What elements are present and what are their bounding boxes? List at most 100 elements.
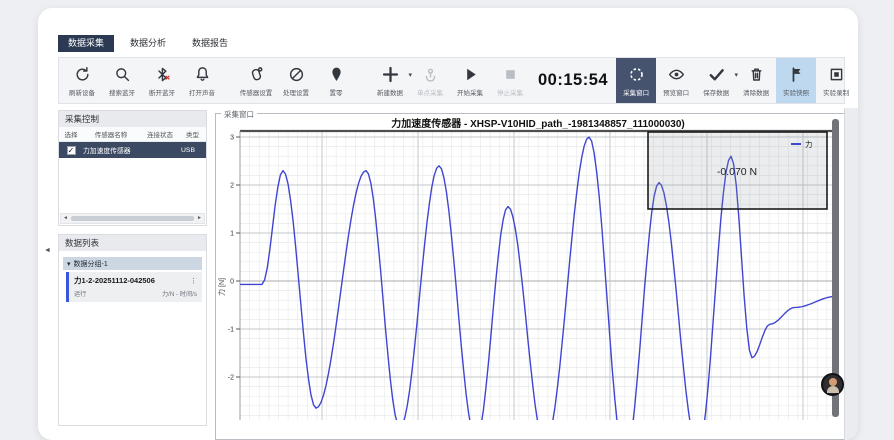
snapshot-flag-button[interactable]: 实验快照 (776, 58, 816, 103)
refresh-icon (73, 65, 92, 85)
point-hand-button[interactable]: 单点采集 (410, 58, 450, 103)
snapshot-flag-icon (787, 65, 806, 85)
collection-window-groupbox: 采集窗口 3210-1-2力 [N]力加速度传感器 - XHSP-V10HID_… (215, 113, 845, 440)
refresh-button[interactable]: 刷新设备 (62, 58, 102, 103)
bluetooth-off-icon (153, 65, 172, 85)
collection-timer: 00:15:54 (538, 71, 608, 90)
force-time-chart[interactable]: 3210-1-2力 [N]力加速度传感器 - XHSP-V10HID_path_… (217, 117, 845, 420)
horizontal-scrollbar[interactable]: ◄ ► (60, 213, 205, 224)
tab-data-collection[interactable]: 数据采集 (58, 35, 114, 52)
toolbar-item-label: 预览窗口 (663, 87, 689, 97)
toolbar-item-label: 打开声音 (189, 87, 215, 97)
scrollbar-thumb[interactable] (71, 216, 194, 221)
toolbar-item-label: 刷新设备 (69, 87, 95, 97)
toolbar-item-label: 保存数据 (703, 87, 729, 97)
y-tick-label: 2 (230, 182, 234, 189)
toolbar: 刷新设备搜索蓝牙断开蓝牙 打开声音 传感器设置处理设置 置零 ▾新建数据单点采集 开始采集… (58, 57, 845, 104)
toolbar-item-label: 开始采集 (457, 87, 483, 97)
check-icon (707, 65, 726, 85)
compass-icon (287, 65, 306, 85)
group-caret-icon[interactable]: ▾ (67, 260, 71, 268)
toolbar-item-label: 停止采集 (497, 87, 523, 97)
sensor-button[interactable]: 传感器设置 (236, 58, 276, 103)
y-tick-label: 1 (230, 230, 234, 237)
app-window: 数据采集数据分析数据报告 刷新设备搜索蓝牙断开蓝牙 打开声音 传感器设置处理设置 置零… (38, 8, 858, 440)
col-sensor-name: 传感器名称 (83, 129, 139, 139)
legend-label: 力 (805, 139, 813, 149)
sensor-table-header: 选择 传感器名称 连接状态 类型 (59, 127, 206, 142)
toolbar-item-label: 单点采集 (417, 87, 443, 97)
collect-control-panel: 采集控制 选择 传感器名称 连接状态 类型 ✓ 力加速度传感器 USB ◄ ► (58, 110, 207, 226)
col-conn-status: 连接状态 (139, 129, 181, 139)
assistant-avatar-button[interactable] (821, 373, 844, 396)
scroll-left-icon[interactable]: ◄ (61, 215, 70, 222)
y-axis-label: 力 [N] (217, 278, 226, 296)
tab-data-analysis[interactable]: 数据分析 (120, 35, 176, 52)
chart-plot[interactable]: 3210-1-2力 [N]力加速度传感器 - XHSP-V10HID_path_… (217, 117, 845, 420)
toolbar-item-label: 新建数据 (377, 87, 403, 97)
annotation-value: -0.070 N (717, 166, 757, 178)
bell-icon (193, 65, 212, 85)
zero-marker-icon (327, 65, 346, 85)
desktop: { "tabs": [ {"label": "数据采集", "active": … (0, 0, 894, 420)
toolbar-item-label: 清除数据 (743, 87, 769, 97)
sensor-checkbox[interactable]: ✓ (67, 146, 76, 155)
plus-icon (381, 65, 400, 85)
eye-icon (667, 65, 686, 85)
bluetooth-off-button[interactable]: 断开蓝牙 (142, 58, 182, 103)
collect-control-title: 采集控制 (59, 111, 206, 127)
y-tick-label: -1 (228, 326, 234, 333)
play-icon (461, 65, 480, 85)
col-type: 类型 (181, 129, 204, 139)
search-button[interactable]: 搜索蓝牙 (102, 58, 142, 103)
check-button[interactable]: ▾保存数据 (696, 58, 736, 103)
eye-button[interactable]: 预览窗口 (656, 58, 696, 103)
toolbar-item-label: 断开蓝牙 (149, 87, 175, 97)
trash-icon (747, 65, 766, 85)
compass-button[interactable]: 处理设置 (276, 58, 316, 103)
trash-button[interactable]: 清除数据 (736, 58, 776, 103)
data-item[interactable]: 力1-2-20251112-042506 ⋮ 运行 力/N - 时间/s (66, 272, 202, 302)
sensor-table-empty (59, 158, 206, 211)
point-hand-icon (421, 65, 440, 85)
sensor-icon (247, 65, 266, 85)
y-tick-label: 3 (230, 134, 234, 141)
y-tick-label: 0 (230, 278, 234, 285)
toolbar-item-label: 置零 (330, 87, 343, 97)
data-list-title: 数据列表 (59, 235, 206, 251)
sidebar: 采集控制 选择 传感器名称 连接状态 类型 ✓ 力加速度传感器 USB ◄ ► … (58, 110, 207, 426)
record-square-icon (827, 65, 846, 85)
item-more-icon[interactable]: ⋮ (190, 277, 197, 285)
toolbar-item-label: 传感器设置 (240, 87, 273, 97)
data-group-row[interactable]: ▾ 数据分组-1 (63, 257, 202, 270)
zero-marker-button[interactable]: 置零 (316, 58, 356, 103)
toolbar-item-label: 实验录制 (823, 87, 849, 97)
toolbar-item-label: 采集窗口 (623, 87, 649, 97)
formula-square-button[interactable]: 公式计算 (856, 58, 858, 103)
plus-button[interactable]: ▾新建数据 (370, 58, 410, 103)
tab-data-report[interactable]: 数据报告 (182, 35, 238, 52)
y-tick-label: -2 (228, 374, 234, 381)
data-item-axes: 力/N - 时间/s (162, 289, 197, 298)
play-button[interactable]: 开始采集 (450, 58, 490, 103)
record-square-button[interactable]: 实验录制 (816, 58, 856, 103)
toolbar-item-label: 处理设置 (283, 87, 309, 97)
dashed-circle-button[interactable]: 采集窗口 (616, 58, 656, 103)
stop-icon (501, 65, 520, 85)
sensor-row[interactable]: ✓ 力加速度传感器 USB (59, 142, 206, 158)
group-label: 数据分组-1 (74, 259, 108, 269)
data-item-status: 运行 (74, 289, 86, 298)
col-select: 选择 (59, 129, 83, 139)
sensor-type: USB (181, 147, 204, 154)
toolbar-item-label: 实验快照 (783, 87, 809, 97)
sensor-name: 力加速度传感器 (83, 145, 139, 155)
data-item-title: 力1-2-20251112-042506 (74, 275, 155, 286)
stop-button[interactable]: 停止采集 (490, 58, 530, 103)
right-panel-strip[interactable] (844, 108, 858, 440)
bell-button[interactable]: 打开声音 (182, 58, 222, 103)
search-icon (113, 65, 132, 85)
dashed-circle-icon (627, 65, 646, 85)
scroll-right-icon[interactable]: ► (195, 215, 204, 222)
sidebar-collapse-handle[interactable]: ◄ (44, 247, 51, 254)
data-list-panel: 数据列表 ▾ 数据分组-1 力1-2-20251112-042506 ⋮ 运行 … (58, 234, 207, 426)
